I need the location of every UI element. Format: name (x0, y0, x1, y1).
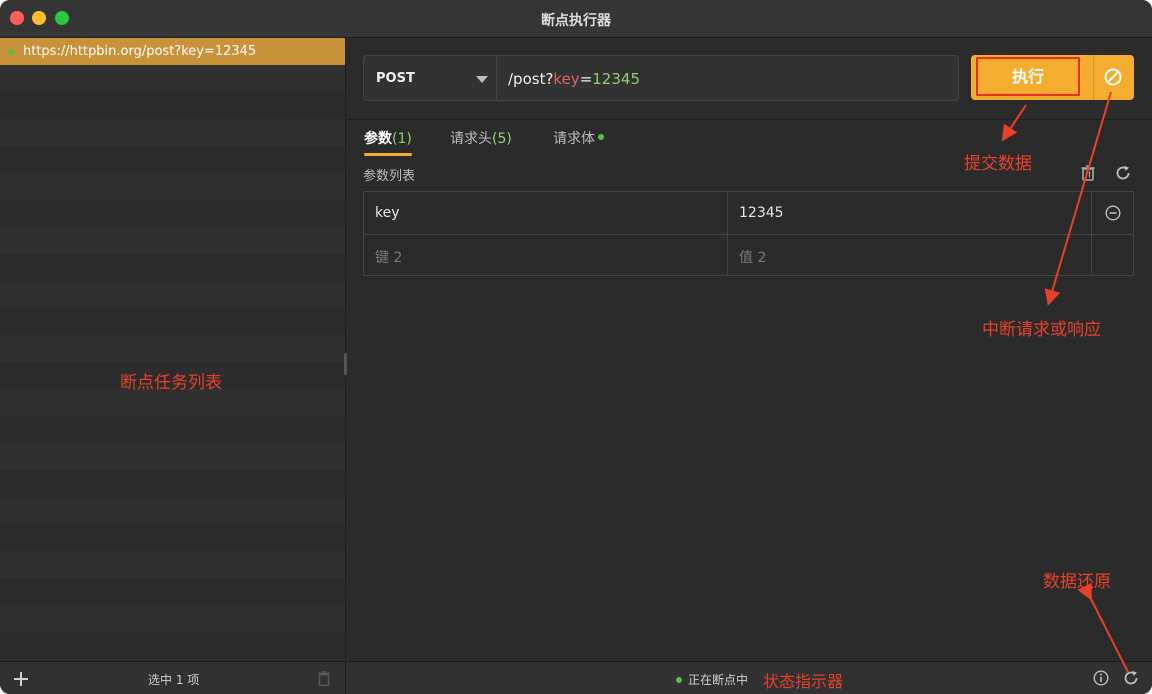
refresh-icon[interactable] (1123, 670, 1139, 686)
trash-icon[interactable] (1081, 165, 1095, 181)
request-bar: POST /post?key=12345 (363, 55, 959, 101)
trash-icon[interactable] (318, 671, 330, 686)
url-param-value: 12345 (592, 70, 640, 88)
refresh-icon[interactable] (1115, 165, 1131, 181)
column-divider (1091, 192, 1092, 275)
active-tab-indicator (364, 153, 412, 156)
status-dot (676, 677, 682, 683)
title-bar: 断点执行器 (0, 0, 1152, 38)
url-equals: = (579, 70, 593, 88)
submit-annotation: 提交数据 (964, 154, 1032, 174)
table-row: key 12345 (364, 192, 1133, 235)
status-indicator-annotation: 状态指示器 (763, 672, 844, 691)
selected-count: 选中 1 项 (148, 673, 200, 687)
bottom-bar-divider (345, 662, 346, 694)
tab-params-count: (1) (392, 131, 412, 147)
task-item[interactable]: https://httpbin.org/post?key=12345 (0, 38, 345, 65)
tab-body[interactable]: 请求体 (553, 128, 604, 148)
tab-body-label: 请求体 (553, 131, 595, 147)
task-list-annotation: 断点任务列表 (120, 373, 222, 393)
column-divider (727, 192, 728, 275)
tab-headers-count: (5) (492, 131, 512, 147)
tabs-divider (346, 119, 1152, 120)
method-select[interactable]: POST (364, 56, 497, 100)
task-status-dot (8, 49, 14, 55)
execute-button-group: 执行 (971, 55, 1134, 100)
bottom-bar: 选中 1 项 正在断点中 状态指示器 (0, 661, 1152, 694)
breakpoint-status: 正在断点中 (676, 671, 748, 688)
params-table: key 12345 键 2 值 2 (363, 191, 1134, 276)
params-list-label: 参数列表 (363, 169, 416, 184)
execute-button[interactable]: 执行 (976, 57, 1080, 96)
submit-arrow (1001, 104, 1027, 142)
plus-icon[interactable] (12, 670, 30, 688)
new-key-input[interactable]: 键 2 (375, 247, 402, 267)
url-param-key: key (553, 70, 580, 88)
param-value-cell[interactable]: 12345 (739, 205, 784, 221)
status-text: 正在断点中 (688, 673, 749, 687)
window-title: 断点执行器 (541, 13, 611, 29)
tab-headers[interactable]: 请求头(5) (450, 128, 512, 148)
body-modified-dot (598, 134, 604, 140)
interrupt-annotation: 中断请求或响应 (982, 320, 1101, 340)
task-url: https://httpbin.org/post?key=12345 (23, 44, 257, 59)
url-path: /post? (508, 70, 554, 88)
tab-params-label: 参数 (364, 131, 392, 147)
breakpoint-task-list: https://httpbin.org/post?key=12345 断点任务列… (0, 38, 346, 660)
breakpoint-window: 断点执行器 https://httpbin.org/post?key=12345… (0, 0, 1152, 694)
minus-circle-icon[interactable] (1105, 205, 1121, 221)
tab-headers-label: 请求头 (450, 131, 492, 147)
ban-icon[interactable] (1103, 67, 1123, 87)
restore-annotation: 数据还原 (1043, 572, 1111, 592)
tab-params[interactable]: 参数(1) (364, 128, 412, 148)
table-row: 键 2 值 2 (364, 234, 1133, 276)
chevron-down-icon (476, 76, 488, 83)
new-value-input[interactable]: 值 2 (739, 247, 766, 267)
button-divider (1093, 55, 1094, 100)
split-view-handle[interactable] (344, 353, 347, 375)
url-input[interactable]: /post?key=12345 (508, 70, 640, 88)
param-key-cell[interactable]: key (375, 205, 400, 221)
method-value: POST (376, 71, 415, 86)
info-icon[interactable] (1093, 670, 1109, 686)
